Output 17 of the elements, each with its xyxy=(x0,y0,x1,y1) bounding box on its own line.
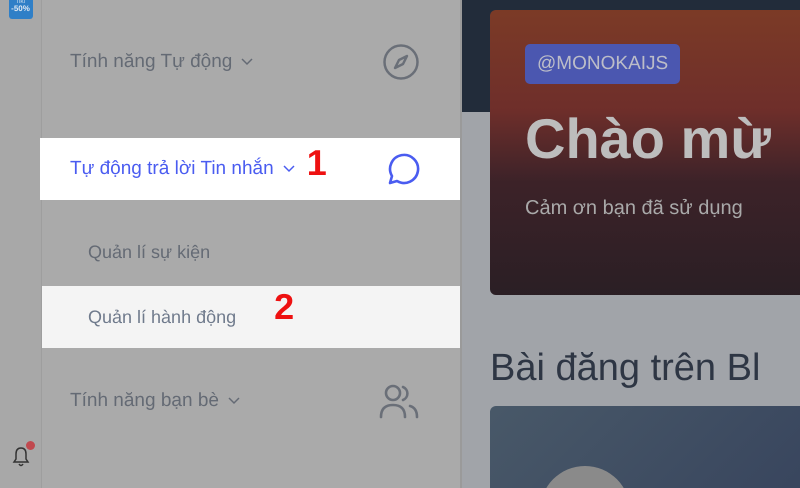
notification-bell-icon[interactable] xyxy=(10,446,30,468)
hero-subtitle: Cảm ơn bạn đã sử dụng xyxy=(525,197,744,220)
sidebar-item[interactable]: Quản lí sự kiện xyxy=(88,242,210,262)
caret-icon xyxy=(241,58,254,66)
compass-icon xyxy=(382,43,420,81)
users-icon xyxy=(378,383,420,419)
sidebar-item[interactable]: Quản lí hành động xyxy=(88,306,236,328)
annotation-number: 1 xyxy=(306,145,327,181)
sidebar-item[interactable]: Tính năng Tự động xyxy=(70,51,232,73)
caret-icon xyxy=(228,397,240,405)
sidebar-item[interactable]: Tính năng bạn bè xyxy=(70,390,219,412)
annotation-number: 2 xyxy=(274,289,294,325)
section-heading: Bài đăng trên Bl xyxy=(490,347,762,390)
username-tag[interactable]: @MONOKAIJS xyxy=(525,44,680,84)
sidebar-item[interactable]: Tự động trả lời Tin nhắn xyxy=(70,158,274,180)
caret-icon xyxy=(282,165,295,173)
hero-title: Chào mừ xyxy=(525,106,772,171)
